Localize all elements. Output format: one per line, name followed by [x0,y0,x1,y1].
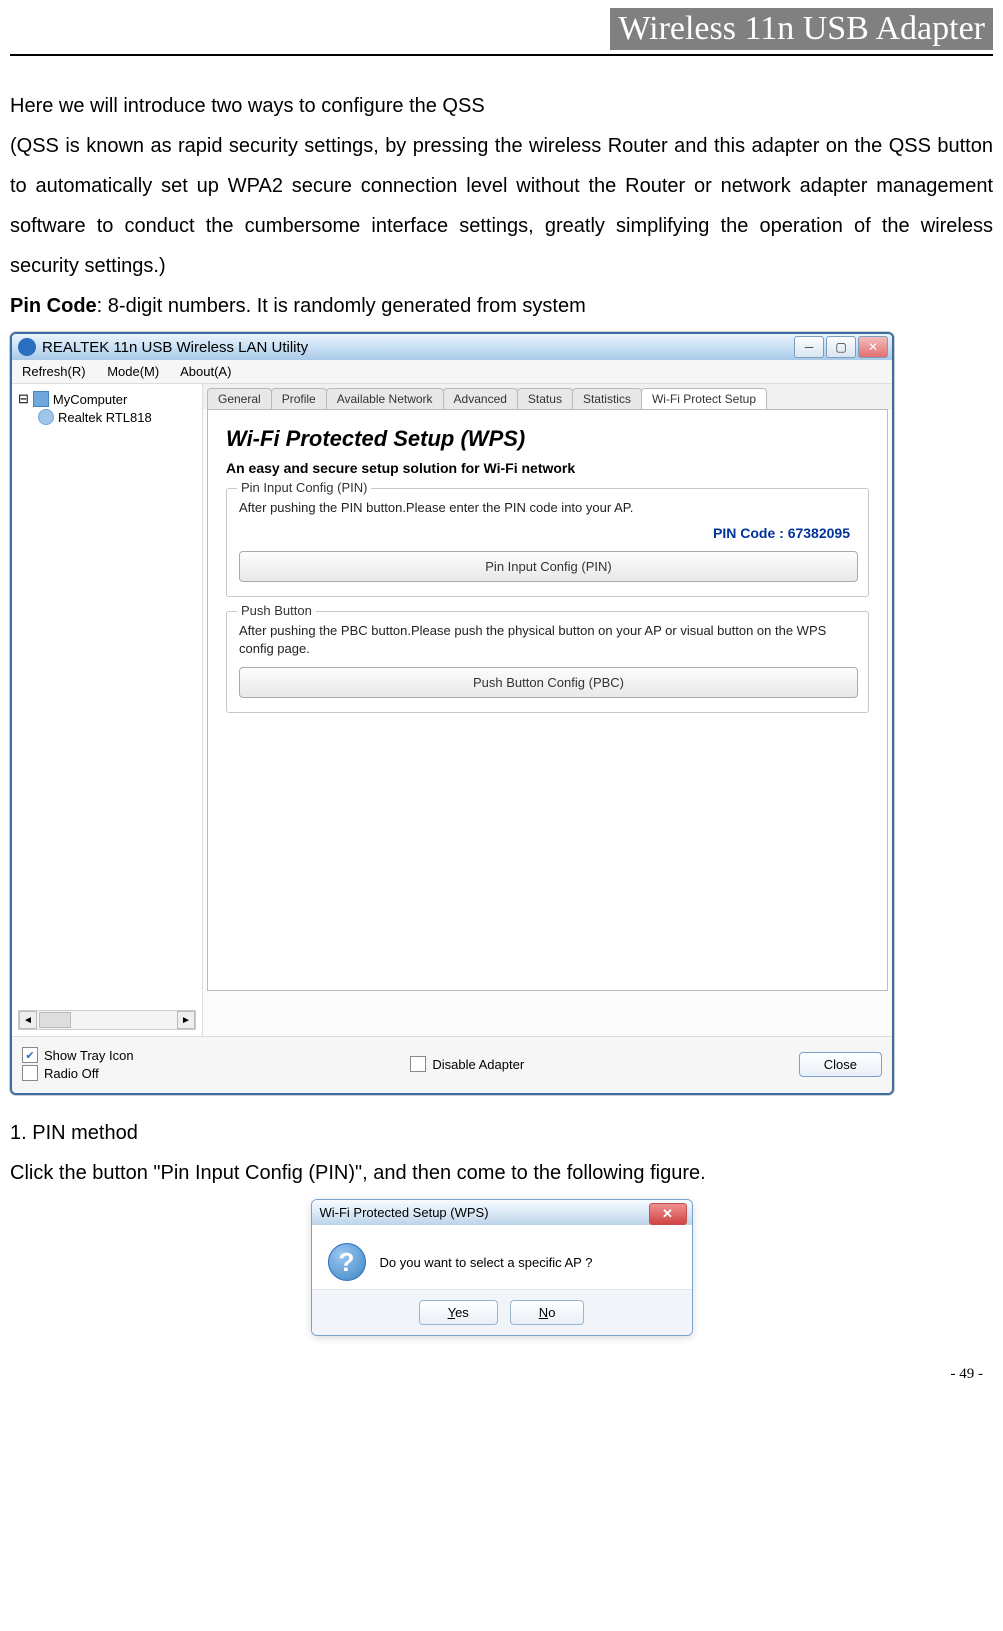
pbc-legend: Push Button [237,603,316,618]
show-tray-label: Show Tray Icon [44,1048,134,1063]
pin-groupbox: Pin Input Config (PIN) After pushing the… [226,488,869,597]
tab-profile[interactable]: Profile [271,388,327,409]
dialog-message: Do you want to select a specific AP ? [380,1255,593,1270]
tree-root-label: MyComputer [53,392,127,407]
device-icon [38,409,54,425]
pin-desc: After pushing the PIN button.Please ente… [239,499,856,517]
pin-code-label: Pin Code [10,295,97,317]
yes-rest: es [455,1305,469,1320]
disable-adapter-label: Disable Adapter [432,1057,524,1072]
menubar: Refresh(R) Mode(M) About(A) [12,360,892,384]
minimize-button[interactable]: ─ [794,336,824,358]
computer-icon [33,391,49,407]
no-button[interactable]: No [510,1300,585,1325]
pin-code-rest: : 8-digit numbers. It is randomly genera… [97,295,586,317]
tree-expand-icon[interactable]: ⊟ [18,391,29,407]
list-item-1: 1. PIN method [10,1113,993,1153]
paragraph-4: Click the button "Pin Input Config (PIN)… [10,1153,993,1193]
radio-off-checkbox[interactable] [22,1065,38,1081]
show-tray-checkbox[interactable]: ✔ [22,1047,38,1063]
window-title: REALTEK 11n USB Wireless LAN Utility [42,339,308,356]
pbc-desc: After pushing the PBC button.Please push… [239,622,856,658]
no-underline: N [539,1305,548,1320]
paragraph-1: Here we will introduce two ways to confi… [10,86,993,126]
tab-advanced[interactable]: Advanced [443,388,518,409]
tabbar: General Profile Available Network Advanc… [203,384,892,409]
dialog-title: Wi-Fi Protected Setup (WPS) [320,1205,489,1220]
tab-general[interactable]: General [207,388,272,409]
tree-root[interactable]: ⊟ MyComputer [18,390,198,408]
utility-window: REALTEK 11n USB Wireless LAN Utility ─ ▢… [10,332,894,1095]
disable-adapter-checkbox[interactable] [410,1056,426,1072]
menu-about[interactable]: About(A) [180,364,231,379]
pin-legend: Pin Input Config (PIN) [237,480,371,495]
tree-scrollbar[interactable]: ◄ ► [18,1010,196,1030]
wps-dialog: Wi-Fi Protected Setup (WPS) ✕ ? Do you w… [311,1199,693,1336]
yes-button[interactable]: Yes [419,1300,498,1325]
dialog-close-button[interactable]: ✕ [649,1203,687,1225]
close-button[interactable]: Close [799,1052,882,1077]
menu-refresh[interactable]: Refresh(R) [22,364,86,379]
radio-off-label: Radio Off [44,1066,99,1081]
window-close-button[interactable]: ✕ [858,336,888,358]
question-icon: ? [328,1243,366,1281]
doc-header: Wireless 11n USB Adapter [610,8,993,50]
page-number: - 49 - [10,1366,993,1383]
tab-content: Wi-Fi Protected Setup (WPS) An easy and … [207,409,888,991]
menu-mode[interactable]: Mode(M) [107,364,159,379]
header-rule [10,54,993,56]
scroll-thumb[interactable] [39,1012,71,1028]
yes-underline: Y [448,1305,455,1320]
tab-available-network[interactable]: Available Network [326,388,444,409]
paragraph-2: (QSS is known as rapid security settings… [10,126,993,286]
dialog-titlebar[interactable]: Wi-Fi Protected Setup (WPS) ✕ [312,1200,692,1225]
pin-config-button[interactable]: Pin Input Config (PIN) [239,551,858,582]
tree-child[interactable]: Realtek RTL818 [38,408,198,426]
app-icon [18,338,36,356]
tab-wps[interactable]: Wi-Fi Protect Setup [641,388,767,409]
maximize-button[interactable]: ▢ [826,336,856,358]
window-footer: ✔ Show Tray Icon Radio Off Disable Adapt… [12,1036,892,1093]
wps-subtitle: An easy and secure setup solution for Wi… [226,460,869,476]
tree-child-label: Realtek RTL818 [58,410,152,425]
scroll-right-icon[interactable]: ► [177,1011,195,1029]
device-tree: ⊟ MyComputer Realtek RTL818 ◄ ► [12,384,203,1036]
wps-heading: Wi-Fi Protected Setup (WPS) [226,426,869,452]
no-rest: o [548,1305,555,1320]
pbc-groupbox: Push Button After pushing the PBC button… [226,611,869,712]
pbc-config-button[interactable]: Push Button Config (PBC) [239,667,858,698]
window-titlebar[interactable]: REALTEK 11n USB Wireless LAN Utility ─ ▢… [12,334,892,360]
pin-code-value: PIN Code : 67382095 [239,525,850,541]
tab-statistics[interactable]: Statistics [572,388,642,409]
tab-status[interactable]: Status [517,388,573,409]
paragraph-3: Pin Code: 8-digit numbers. It is randoml… [10,286,993,326]
scroll-left-icon[interactable]: ◄ [19,1011,37,1029]
